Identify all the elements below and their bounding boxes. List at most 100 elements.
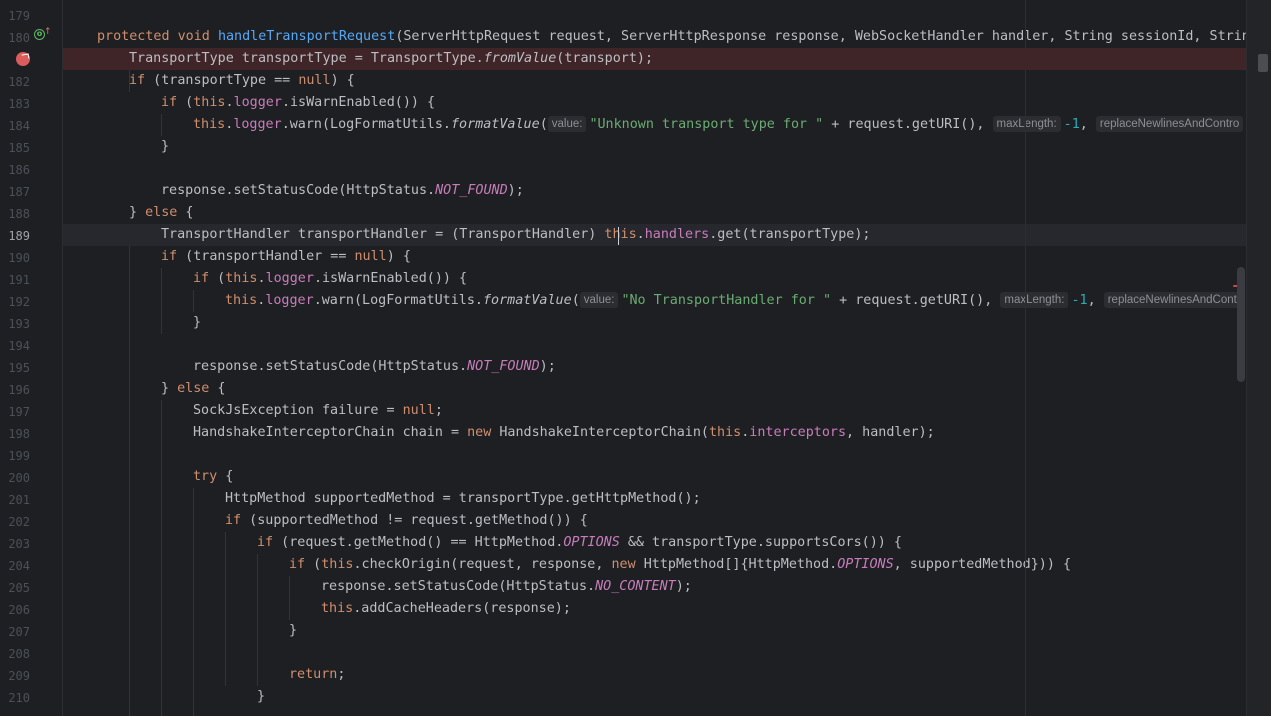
code-line-current[interactable]: TransportHandler transportHandler = (Tra…: [63, 224, 1246, 246]
code-text: response.setStatusCode(HttpStatus.: [193, 359, 468, 374]
line-number: 210: [8, 691, 30, 705]
line-number: 198: [8, 427, 30, 441]
line-number: 202: [8, 515, 30, 529]
code-text: }: [193, 315, 202, 330]
code-text: HttpMethod supportedMethod = transportTy…: [225, 491, 701, 506]
static-field: NOT_FOUND: [467, 359, 540, 374]
line-number: 199: [8, 449, 30, 463]
static-method: formatValue: [483, 293, 572, 308]
code-text: ;: [337, 667, 346, 682]
code-line[interactable]: if (supportedMethod != request.getMethod…: [63, 510, 1246, 532]
code-line[interactable]: SockJsException failure = null;: [63, 400, 1246, 422]
keyword: this: [193, 95, 226, 110]
code-line[interactable]: this.logger.warn(LogFormatUtils.formatVa…: [63, 290, 1246, 312]
code-line[interactable]: if (request.getMethod() == HttpMethod.OP…: [63, 532, 1246, 554]
code-line[interactable]: } else {: [63, 202, 1246, 224]
field: handlers: [644, 227, 710, 242]
code-text: ,: [1079, 117, 1096, 132]
line-number: 185: [8, 141, 30, 155]
number-literal: -1: [1071, 293, 1088, 308]
line-number: 179: [8, 9, 30, 23]
code-line[interactable]: if (this.logger.isWarnEnabled()) {: [63, 92, 1246, 114]
code-text: + request.getURI(),: [831, 293, 1001, 308]
code-text: .warn(LogFormatUtils.: [313, 293, 483, 308]
code-text: }: [129, 205, 146, 220]
code-area[interactable]: protected void handleTransportRequest(Se…: [63, 0, 1246, 716]
keyword: if: [161, 95, 178, 110]
code-line[interactable]: response.setStatusCode(HttpStatus.NOT_FO…: [63, 180, 1246, 202]
keyword: if: [193, 271, 210, 286]
code-text: {: [177, 205, 194, 220]
code-line[interactable]: response.setStatusCode(HttpStatus.NOT_FO…: [63, 356, 1246, 378]
code-line[interactable]: this.addCacheHeaders(response);: [63, 598, 1246, 620]
stripe-visible-area[interactable]: [1258, 54, 1268, 72]
code-line-breakpoint[interactable]: TransportType transportType = TransportT…: [63, 48, 1246, 70]
keyword: this: [193, 117, 226, 132]
code-line[interactable]: this.logger.warn(LogFormatUtils.formatVa…: [63, 114, 1246, 136]
code-line[interactable]: response.setStatusCode(HttpStatus.NO_CON…: [63, 576, 1246, 598]
code-line[interactable]: HandshakeInterceptorChain chain = new Ha…: [63, 422, 1246, 444]
field: logger: [233, 95, 282, 110]
field: logger: [265, 271, 314, 286]
code-text: HandshakeInterceptorChain chain =: [193, 425, 468, 440]
static-field: NOT_FOUND: [435, 183, 508, 198]
string-literal: "Unknown transport type for ": [589, 117, 824, 132]
code-text: (transportHandler ==: [177, 249, 355, 264]
code-text: .get(transportType);: [709, 227, 871, 242]
code-line[interactable]: }: [63, 136, 1246, 158]
code-line[interactable]: protected void handleTransportRequest(Se…: [63, 26, 1246, 48]
line-number: 180: [8, 31, 30, 45]
keyword: if: [289, 557, 306, 572]
field: logger: [233, 117, 282, 132]
keyword: new: [611, 557, 636, 572]
line-number: 204: [8, 559, 30, 573]
code-text: (transport);: [556, 51, 654, 66]
code-text: .addCacheHeaders(response);: [353, 601, 571, 616]
keyword: if: [129, 73, 146, 88]
keyword: null: [298, 73, 331, 88]
code-text: , handler);: [846, 425, 935, 440]
code-text: ) {: [330, 73, 355, 88]
line-number: 208: [8, 647, 30, 661]
keyword: null: [402, 403, 435, 418]
code-text: + request.getURI(),: [823, 117, 993, 132]
keyword: this: [225, 271, 258, 286]
code-line[interactable]: if (this.checkOrigin(request, response, …: [63, 554, 1246, 576]
gutter[interactable]: 179 180 182 183 184 185 186 187 188 189 …: [0, 0, 63, 716]
code-text: );: [507, 183, 524, 198]
code-text: ) {: [386, 249, 411, 264]
vertical-scrollbar-thumb[interactable]: [1237, 267, 1245, 382]
code-line[interactable]: }: [63, 312, 1246, 334]
line-number: 195: [8, 361, 30, 375]
code-line[interactable]: try {: [63, 466, 1246, 488]
code-editor[interactable]: 179 180 182 183 184 185 186 187 188 189 …: [0, 0, 1271, 716]
code-text: .: [257, 271, 266, 286]
line-number: 209: [8, 669, 30, 683]
code-line[interactable]: if (this.logger.isWarnEnabled()) {: [63, 268, 1246, 290]
line-number: 188: [8, 207, 30, 221]
keyword: if: [225, 513, 242, 528]
code-line[interactable]: if (transportType == null) {: [63, 70, 1246, 92]
code-text: {: [209, 381, 226, 396]
code-line[interactable]: } else {: [63, 378, 1246, 400]
line-number: 203: [8, 537, 30, 551]
code-line[interactable]: }: [63, 686, 1246, 708]
static-field: OPTIONS: [563, 535, 620, 550]
breakpoint-icon[interactable]: [16, 52, 30, 66]
code-line[interactable]: if (transportHandler == null) {: [63, 246, 1246, 268]
line-number: 206: [8, 603, 30, 617]
static-field: NO_CONTENT: [595, 579, 676, 594]
error-stripe[interactable]: [1246, 0, 1271, 716]
code-text: response.setStatusCode(HttpStatus.: [321, 579, 596, 594]
keyword: this: [604, 227, 637, 242]
code-text: TransportType transportType = TransportT…: [129, 51, 484, 66]
code-text: , supportedMethod})) {: [893, 557, 1072, 572]
code-text: (: [539, 117, 548, 132]
code-text: .checkOrigin(request, response,: [353, 557, 612, 572]
line-number: 192: [8, 295, 30, 309]
code-line[interactable]: HttpMethod supportedMethod = transportTy…: [63, 488, 1246, 510]
code-line[interactable]: }: [63, 620, 1246, 642]
code-text: (: [305, 557, 322, 572]
code-line[interactable]: return;: [63, 664, 1246, 686]
code-text: .: [636, 227, 645, 242]
